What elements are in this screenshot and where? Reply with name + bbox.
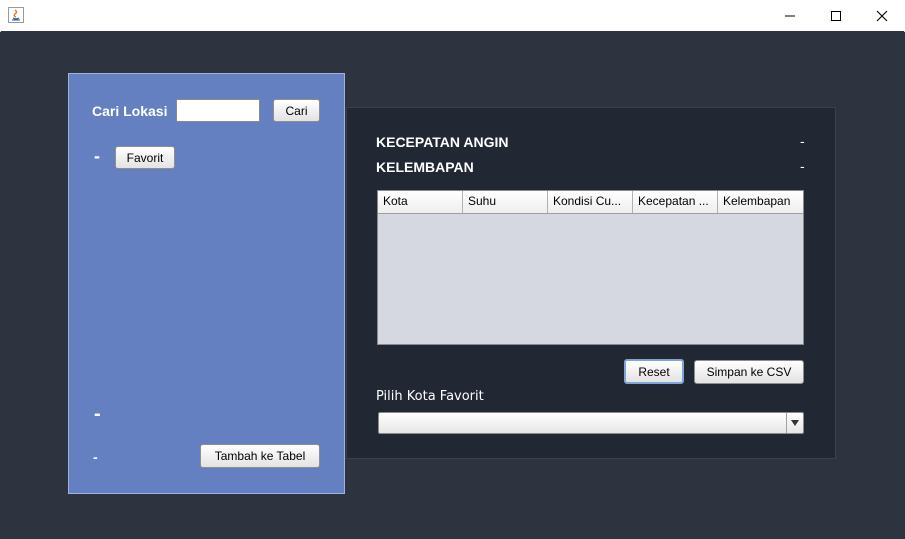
search-panel xyxy=(68,73,345,494)
column-header-kondisi-cuaca[interactable]: Kondisi Cu... xyxy=(548,191,633,213)
search-input[interactable] xyxy=(176,99,260,122)
column-header-kota[interactable]: Kota xyxy=(378,191,463,213)
favorite-indicator: - xyxy=(94,146,100,166)
dropdown-toggle[interactable] xyxy=(786,413,803,433)
wind-speed-value: - xyxy=(800,135,805,150)
table-header: Kota Suhu Kondisi Cu... Kecepatan ... Ke… xyxy=(378,191,803,214)
favorite-city-select[interactable] xyxy=(378,412,804,434)
column-header-kelembapan[interactable]: Kelembapan xyxy=(718,191,803,213)
minimize-icon xyxy=(785,15,795,16)
chevron-down-icon xyxy=(791,420,799,426)
close-button[interactable] xyxy=(859,0,905,31)
weather-value: - xyxy=(93,449,98,465)
java-app-icon[interactable] xyxy=(8,7,24,23)
maximize-icon xyxy=(831,10,841,21)
location-value: - xyxy=(94,403,101,425)
weather-table[interactable]: Kota Suhu Kondisi Cu... Kecepatan ... Ke… xyxy=(377,190,804,345)
search-label: Cari Lokasi xyxy=(92,103,168,119)
close-icon xyxy=(876,10,888,21)
column-header-kecepatan-angin[interactable]: Kecepatan ... xyxy=(633,191,718,213)
add-to-table-button[interactable]: Tambah ke Tabel xyxy=(200,444,320,468)
minimize-button[interactable] xyxy=(767,0,813,31)
reset-button[interactable]: Reset xyxy=(624,359,684,384)
humidity-value: - xyxy=(800,160,805,175)
title-bar xyxy=(0,0,905,32)
favorite-button[interactable]: Favorit xyxy=(115,146,175,169)
wind-speed-label: KECEPATAN ANGIN xyxy=(376,134,509,150)
search-button[interactable]: Cari xyxy=(273,99,320,122)
maximize-button[interactable] xyxy=(813,0,859,31)
favorite-city-label: Pilih Kota Favorit xyxy=(376,389,484,404)
save-csv-button[interactable]: Simpan ke CSV xyxy=(694,360,804,384)
humidity-label: KELEMBAPAN xyxy=(376,159,474,175)
column-header-suhu[interactable]: Suhu xyxy=(463,191,548,213)
